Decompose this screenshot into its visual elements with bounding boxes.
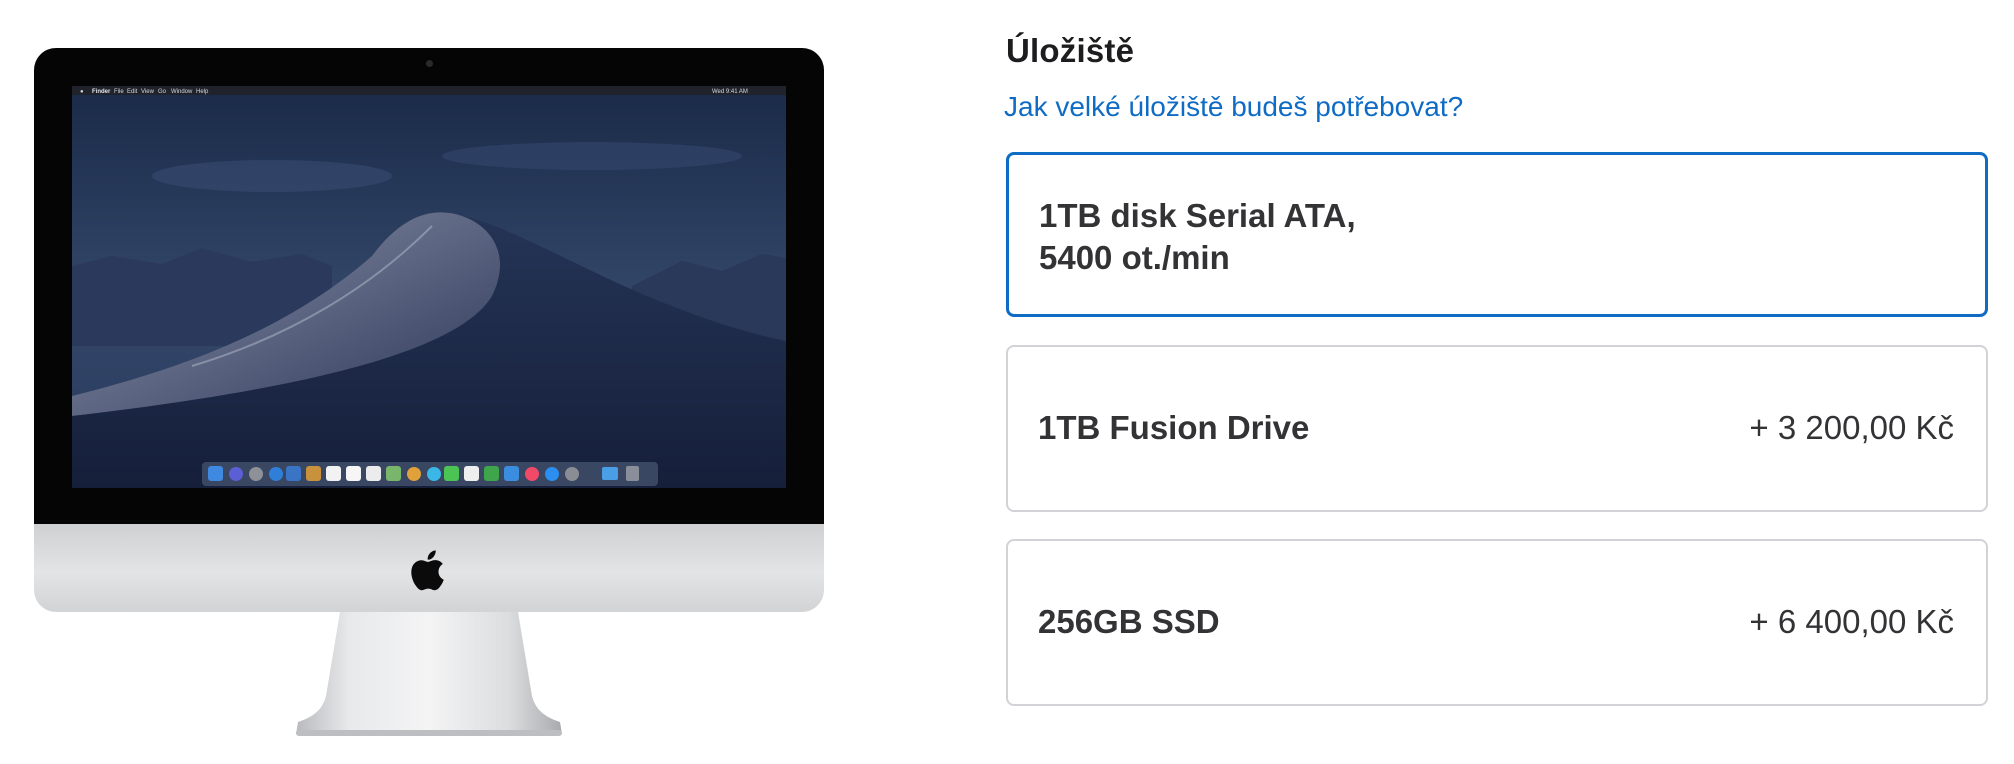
menu-bar-item: Help: [196, 89, 209, 95]
menu-bar-item: File: [114, 89, 124, 95]
storage-title: Úložiště: [1006, 32, 1135, 69]
imac-screen: ● Finder File Edit View Go Window Help W…: [72, 86, 786, 488]
option-price: + 6 400,00 Kč: [1749, 603, 1954, 640]
menu-bar-clock: Wed 9:41 AM: [712, 89, 748, 95]
menu-bar-item: Edit: [127, 89, 138, 95]
option-label: 256GB SSD: [1038, 603, 1220, 640]
menu-bar-app: Finder: [92, 89, 111, 95]
mojave-wallpaper: ● Finder File Edit View Go Window Help W…: [72, 86, 786, 488]
apple-logo-icon: [411, 550, 444, 591]
camera-icon: [426, 60, 433, 67]
storage-option-256gb-ssd[interactable]: 256GB SSD + 6 400,00 Kč: [1006, 539, 1988, 706]
storage-option-1tb-sata[interactable]: 1TB disk Serial ATA, 5400 ot./min: [1006, 152, 1988, 317]
storage-help-link[interactable]: Jak velké úložiště budeš potřebovat?: [1004, 91, 1463, 123]
imac-chin: [34, 524, 824, 612]
product-image-imac: ● Finder File Edit View Go Window Help W…: [34, 48, 824, 738]
menu-bar-item: View: [141, 89, 155, 95]
apple-menu-icon: ●: [80, 89, 84, 95]
option-label-line2: 5400 ot./min: [1039, 239, 1230, 276]
imac-display-bezel: ● Finder File Edit View Go Window Help W…: [34, 48, 824, 524]
imac-stand: [296, 612, 562, 736]
menu-bar-item: Go: [158, 89, 167, 95]
option-label: 1TB Fusion Drive: [1038, 409, 1310, 446]
storage-option-1tb-fusion[interactable]: 1TB Fusion Drive + 3 200,00 Kč: [1006, 345, 1988, 512]
menu-bar-item: Window: [171, 89, 193, 95]
option-price: + 3 200,00 Kč: [1749, 409, 1954, 446]
option-label: 1TB disk Serial ATA,: [1039, 197, 1356, 234]
